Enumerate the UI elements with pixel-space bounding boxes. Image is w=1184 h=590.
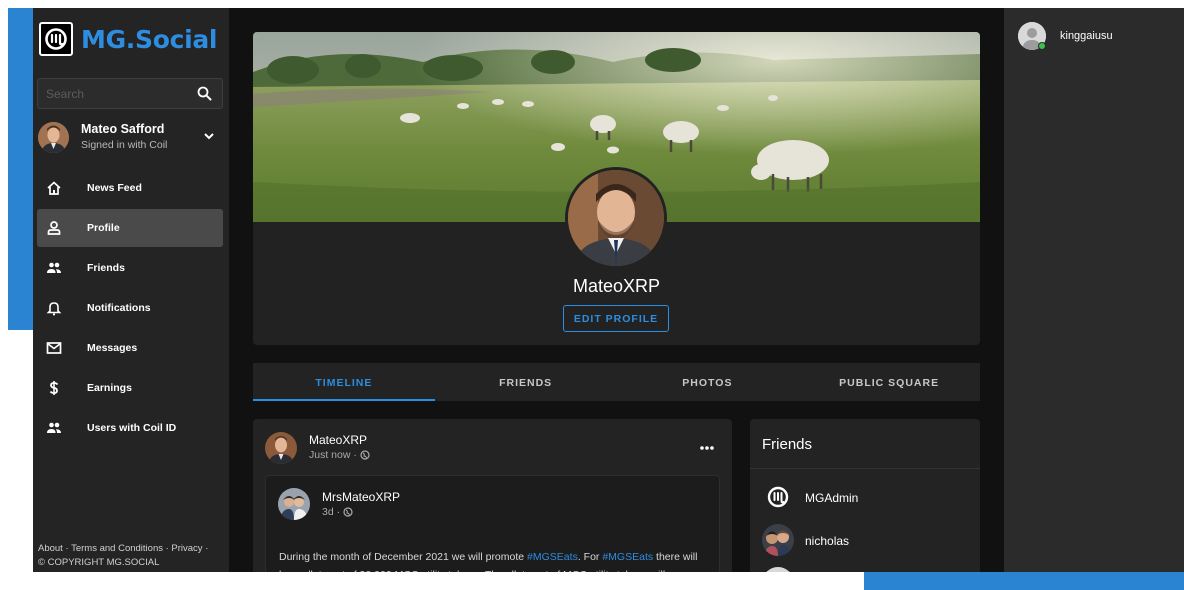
home-icon bbox=[47, 181, 61, 195]
decorative-frame-left bbox=[8, 8, 34, 330]
friend-avatar bbox=[762, 567, 794, 572]
shared-post-meta: 3d · bbox=[322, 506, 353, 518]
sidebar-item-label: Profile bbox=[87, 222, 120, 234]
tab-public-square[interactable]: PUBLIC SQUARE bbox=[798, 363, 980, 401]
hashtag-link[interactable]: #MGSEats bbox=[527, 551, 578, 563]
sidebar-item-notifications[interactable]: Notifications bbox=[37, 289, 223, 327]
post-author-name[interactable]: MateoXRP bbox=[309, 433, 367, 447]
friend-avatar bbox=[762, 524, 794, 556]
friends-panel: Friends MGAdmin nicholas bbox=[750, 419, 980, 572]
sidebar-item-messages[interactable]: Messages bbox=[37, 329, 223, 367]
search-icon[interactable] bbox=[197, 86, 212, 106]
shared-post: MrsMateoXRP 3d · During the month of Dec… bbox=[265, 475, 720, 572]
brand-logo-icon bbox=[39, 22, 73, 56]
profile-avatar[interactable] bbox=[565, 167, 667, 269]
shared-author-avatar[interactable] bbox=[278, 488, 310, 520]
post-time: Just now · bbox=[309, 449, 357, 461]
search-input[interactable] bbox=[46, 85, 186, 103]
dollar-icon bbox=[49, 381, 59, 395]
sidebar-nav: News Feed Profile Friends Notifications … bbox=[37, 169, 223, 449]
bell-icon bbox=[46, 302, 62, 316]
current-user[interactable]: Mateo Safford Signed in with Coil bbox=[37, 120, 223, 162]
sidebar-item-news-feed[interactable]: News Feed bbox=[37, 169, 223, 207]
tab-timeline[interactable]: TIMELINE bbox=[253, 363, 435, 401]
sidebar-footer: About · Terms and Conditions · Privacy ·… bbox=[38, 542, 228, 570]
user-name: Mateo Safford bbox=[81, 122, 165, 136]
friends-icon bbox=[47, 262, 61, 273]
mgadmin-logo-icon bbox=[762, 481, 794, 513]
sidebar-item-profile[interactable]: Profile bbox=[37, 209, 223, 247]
sidebar-item-earnings[interactable]: Earnings bbox=[37, 369, 223, 407]
person-icon bbox=[47, 221, 61, 235]
shared-post-time: 3d · bbox=[322, 506, 341, 518]
main-content: MateoXRP EDIT PROFILE TIMELINE FRIENDS P… bbox=[229, 8, 1004, 572]
friend-item[interactable]: nicholas bbox=[762, 524, 972, 558]
friends-panel-title: Friends bbox=[762, 436, 813, 453]
brand-name: MG.Social bbox=[81, 24, 218, 54]
sidebar-item-friends[interactable]: Friends bbox=[37, 249, 223, 287]
user-subtitle: Signed in with Coil bbox=[81, 139, 168, 151]
sidebar-item-label: Notifications bbox=[87, 302, 151, 314]
user-avatar bbox=[38, 122, 69, 153]
post-author-avatar[interactable] bbox=[265, 432, 297, 464]
globe-icon bbox=[360, 450, 370, 460]
shared-author-name[interactable]: MrsMateoXRP bbox=[322, 490, 400, 504]
chevron-down-icon[interactable] bbox=[203, 129, 215, 147]
sidebar-item-label: Users with Coil ID bbox=[87, 422, 177, 434]
online-user-name[interactable]: kinggaiusu bbox=[1060, 30, 1113, 42]
hashtag-link[interactable]: #MGSEats bbox=[602, 551, 653, 563]
profile-tabs: TIMELINE FRIENDS PHOTOS PUBLIC SQUARE bbox=[253, 363, 980, 401]
online-users-rail: kinggaiusu bbox=[1004, 8, 1184, 572]
friend-item[interactable] bbox=[762, 567, 972, 572]
sidebar-item-users-with-coil-id[interactable]: Users with Coil ID bbox=[37, 409, 223, 447]
online-status-indicator bbox=[1038, 42, 1046, 50]
decorative-frame-bottom bbox=[864, 572, 1184, 590]
post-meta: Just now · bbox=[309, 449, 370, 461]
sidebar-item-label: Messages bbox=[87, 342, 138, 354]
tab-photos[interactable]: PHOTOS bbox=[617, 363, 799, 401]
sidebar-item-label: Earnings bbox=[87, 382, 132, 394]
sidebar-item-label: Friends bbox=[87, 262, 125, 274]
timeline-post: MateoXRP Just now · MrsMateoXRP 3d · Dur… bbox=[253, 419, 732, 572]
friend-name: MGAdmin bbox=[805, 491, 859, 505]
friend-name: nicholas bbox=[805, 534, 850, 548]
sidebar: MG.Social Mateo Safford Signed in with bbox=[33, 8, 229, 572]
more-options-icon[interactable] bbox=[700, 437, 714, 455]
profile-name: MateoXRP bbox=[572, 276, 661, 296]
shared-post-text: During the month of December 2021 we wil… bbox=[279, 551, 698, 572]
footer-links[interactable]: About · Terms and Conditions · Privacy · bbox=[38, 542, 228, 556]
footer-copyright: © COPYRIGHT MG.SOCIAL bbox=[38, 557, 160, 568]
divider bbox=[750, 468, 980, 469]
app-window: MG.Social Mateo Safford Signed in with bbox=[33, 8, 1184, 572]
profile-header: MateoXRP EDIT PROFILE bbox=[253, 32, 980, 345]
sidebar-item-label: News Feed bbox=[87, 182, 142, 194]
friend-item[interactable]: MGAdmin bbox=[762, 481, 972, 515]
tab-friends[interactable]: FRIENDS bbox=[435, 363, 617, 401]
users-icon bbox=[47, 422, 61, 433]
search-box bbox=[37, 78, 223, 109]
mail-icon bbox=[46, 342, 62, 354]
brand[interactable]: MG.Social bbox=[39, 22, 218, 56]
globe-icon bbox=[343, 507, 353, 517]
edit-profile-button[interactable]: EDIT PROFILE bbox=[563, 305, 669, 332]
